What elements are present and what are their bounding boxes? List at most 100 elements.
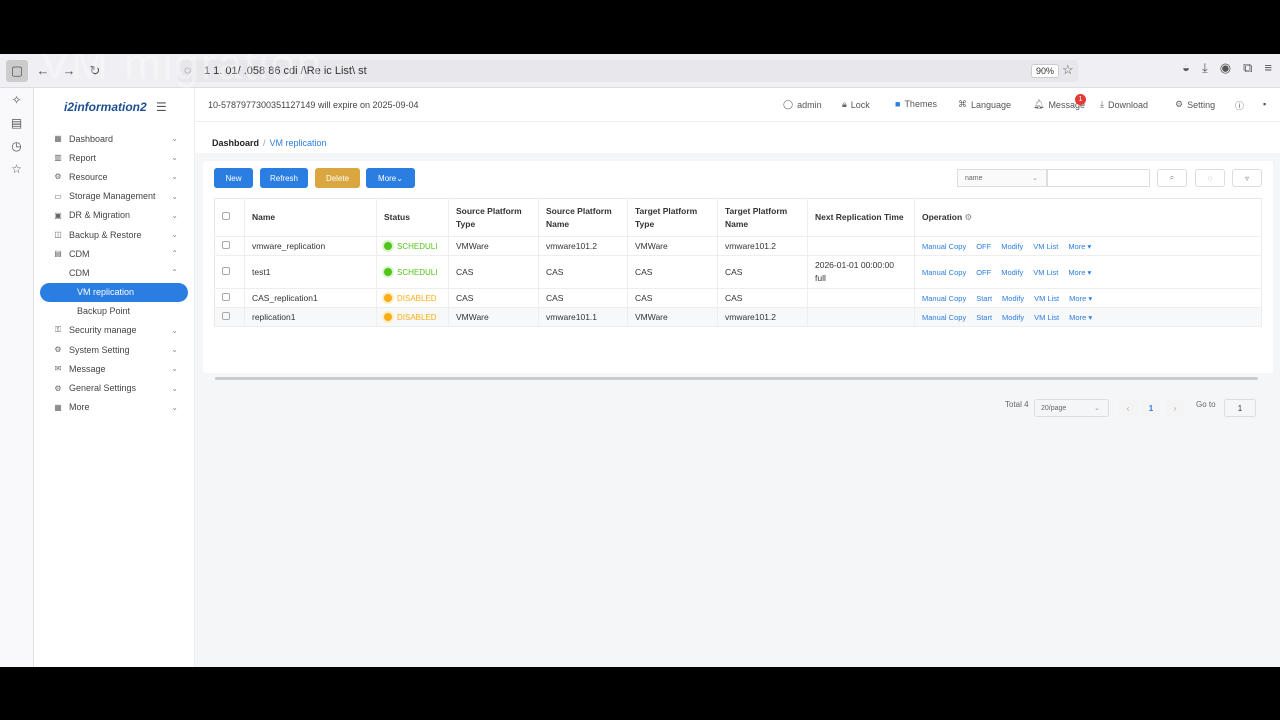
vm-list-link[interactable]: VM List [1034, 294, 1059, 303]
breadcrumb-current: VM replication [269, 138, 327, 148]
address-bar[interactable]: ◌ 1 1. 01/ .058 86 cdi /\Re ic List\ st … [178, 60, 1078, 82]
manual-copy-link[interactable]: Manual Copy [922, 313, 966, 322]
more-button[interactable]: More ⌄ [366, 168, 415, 188]
filter-button[interactable]: ▿ [1232, 169, 1262, 187]
goto-page-input[interactable]: 1 [1224, 399, 1256, 417]
row-more-link[interactable]: More ▾ [1068, 242, 1091, 251]
sidebar-item-system-setting[interactable]: ⚙ System Setting ⌄ [34, 340, 194, 359]
sidebar-item-label: Security manage [69, 325, 137, 336]
search-field-select[interactable]: name ⌄ [957, 169, 1047, 187]
manual-copy-link[interactable]: Manual Copy [922, 242, 966, 251]
help-icon[interactable]: ⓘ [1235, 99, 1244, 112]
column-header-source-name[interactable]: Source Platform Name [538, 198, 628, 237]
sidebar-item-resource[interactable]: ⚙ Resource ⌄ [34, 167, 194, 186]
manual-copy-link[interactable]: Manual Copy [922, 268, 966, 277]
sidebar-item-message[interactable]: ✉ Message ⌄ [34, 359, 194, 378]
url-text: 1 1. 01/ .058 86 cdi /\Re ic List\ st [204, 65, 367, 77]
lock-button[interactable]: 🔒︎ Lock [842, 99, 870, 110]
column-header-source-type[interactable]: Source Platform Type [448, 198, 539, 237]
modify-link[interactable]: Modify [1001, 242, 1023, 251]
row-more-link[interactable]: More ▾ [1069, 294, 1092, 303]
language-button[interactable]: ⌘ Language [958, 99, 1011, 110]
extensions-icon[interactable]: ⧉ [1243, 60, 1252, 76]
hamburger-menu-icon[interactable]: ≡ [1264, 60, 1272, 76]
search-button[interactable]: ⌕ [1157, 169, 1187, 187]
pagination-total: Total 4 [1005, 400, 1029, 409]
search-input[interactable] [1047, 169, 1150, 187]
breadcrumb-home[interactable]: Dashboard [212, 138, 259, 148]
sidebar-item-storage[interactable]: ▭ Storage Management ⌄ [34, 187, 194, 206]
row-checkbox[interactable] [222, 241, 230, 249]
sidebar-item-backup-point[interactable]: Backup Point [34, 302, 194, 321]
vm-list-link[interactable]: VM List [1034, 313, 1059, 322]
sidebar-toggle-icon[interactable]: ▢ [6, 59, 28, 82]
delete-button[interactable]: Delete [315, 168, 360, 188]
account-icon[interactable]: ◉ [1220, 60, 1231, 76]
sidebar-item-cdm[interactable]: ▤ CDM ⌃ [34, 244, 194, 263]
table-row: CAS_replication1 DISABLED CAS CAS CAS CA… [214, 288, 1262, 308]
toggle-link[interactable]: OFF [976, 242, 991, 251]
new-button[interactable]: New [214, 168, 253, 188]
ai-sparkle-icon[interactable]: ✧ [0, 88, 33, 111]
history-clock-icon[interactable]: ◷ [0, 134, 33, 157]
synced-tabs-icon[interactable]: ▤ [0, 111, 33, 134]
sidebar-item-backup-restore[interactable]: ◫ Backup & Restore ⌄ [34, 225, 194, 244]
row-checkbox[interactable] [222, 312, 230, 320]
sidebar-item-cdm-sub[interactable]: CDM ⌃ [34, 263, 194, 282]
cell-source-type: VMWare [448, 236, 539, 256]
modify-link[interactable]: Modify [1002, 313, 1024, 322]
sidebar-item-report[interactable]: ▥ Report ⌄ [34, 148, 194, 167]
select-all-checkbox[interactable] [222, 212, 230, 220]
settings-cog-icon[interactable]: ⚙ [965, 212, 973, 222]
cell-status: SCHEDULI [376, 236, 449, 256]
toggle-link[interactable]: Start [976, 313, 992, 322]
prev-page-button[interactable]: ‹ [1119, 399, 1137, 417]
sidebar-item-general-settings[interactable]: ⚙ General Settings ⌄ [34, 378, 194, 397]
vm-list-link[interactable]: VM List [1033, 268, 1058, 277]
back-icon[interactable]: ← [32, 60, 54, 82]
manual-copy-link[interactable]: Manual Copy [922, 294, 966, 303]
vm-list-link[interactable]: VM List [1033, 242, 1058, 251]
page-size-select[interactable]: 20/page ⌄ [1034, 399, 1109, 417]
bookmarks-star-icon[interactable]: ☆ [0, 157, 33, 180]
zoom-level-badge[interactable]: 90% [1031, 64, 1060, 78]
forward-icon[interactable]: → [58, 60, 80, 82]
themes-button[interactable]: ■ Themes [895, 99, 937, 109]
row-more-link[interactable]: More ▾ [1069, 313, 1092, 322]
reload-icon[interactable]: ↻ [84, 60, 106, 82]
reset-button[interactable]: ◌ [1195, 169, 1225, 187]
refresh-button[interactable]: Refresh [260, 168, 308, 188]
setting-button[interactable]: ⚙ Setting [1175, 99, 1215, 110]
pocket-icon[interactable]: ◒ [1182, 60, 1190, 76]
chevron-up-icon: ⌃ [171, 249, 178, 259]
toggle-link[interactable]: Start [976, 294, 992, 303]
column-header-status[interactable]: Status [376, 198, 449, 237]
page-number-current[interactable]: 1 [1142, 399, 1160, 417]
download-button[interactable]: ⤓ Download [1100, 99, 1148, 110]
column-header-next-time[interactable]: Next Replication Time [807, 198, 915, 237]
row-checkbox[interactable] [222, 267, 230, 275]
column-header-name[interactable]: Name [244, 198, 377, 237]
page-info-icon[interactable]: ◌ [184, 63, 191, 77]
download-arrow-icon[interactable]: ⤓ [1202, 60, 1208, 76]
table-horizontal-scrollbar[interactable] [215, 377, 1258, 380]
column-header-target-name[interactable]: Target Platform Name [717, 198, 808, 237]
next-page-button[interactable]: › [1166, 399, 1184, 417]
message-button[interactable]: 🔔︎ Message 1 [1033, 94, 1086, 110]
row-more-link[interactable]: More ▾ [1068, 268, 1091, 277]
user-menu[interactable]: ◯ admin [783, 99, 822, 110]
sidebar-item-dr-migration[interactable]: ▣ DR & Migration ⌄ [34, 206, 194, 225]
app-sidebar: i2information2 ☰ ▦ Dashboard ⌄ ▥ Report ⌄ ⚙ R… [34, 88, 195, 667]
sidebar-item-more[interactable]: ▦ More ⌄ [34, 398, 194, 417]
fullscreen-icon[interactable]: ▪ [1263, 99, 1266, 109]
modify-link[interactable]: Modify [1002, 294, 1024, 303]
collapse-menu-icon[interactable]: ☰ [156, 100, 167, 114]
sidebar-item-vm-replication[interactable]: VM replication [40, 282, 188, 302]
modify-link[interactable]: Modify [1001, 268, 1023, 277]
bookmark-star-icon[interactable]: ☆ [1062, 62, 1074, 78]
toggle-link[interactable]: OFF [976, 268, 991, 277]
column-header-target-type[interactable]: Target Platform Type [627, 198, 718, 237]
sidebar-item-security[interactable]: ⚿ Security manage ⌄ [34, 321, 194, 340]
row-checkbox[interactable] [222, 293, 230, 301]
sidebar-item-dashboard[interactable]: ▦ Dashboard ⌄ [34, 129, 194, 148]
